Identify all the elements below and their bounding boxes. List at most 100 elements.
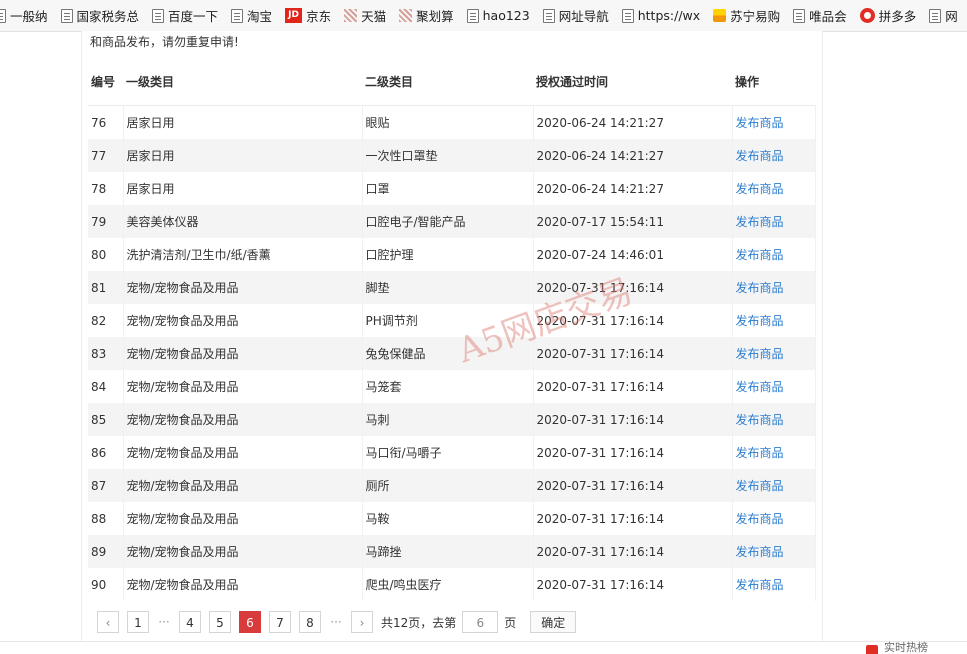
page-icon — [793, 8, 806, 23]
publish-product-link[interactable]: 发布商品 — [732, 568, 816, 601]
table-header-row: 编号 一级类目 二级类目 授权通过时间 操作 — [88, 57, 816, 106]
page-button-5[interactable]: 5 — [209, 611, 231, 633]
cell-category2: 一次性口罩垫 — [362, 139, 534, 172]
cell-id: 85 — [88, 403, 124, 436]
table-row: 84 宠物/宠物食品及用品 马笼套 2020-07-31 17:16:14 发布商品 — [88, 370, 816, 403]
bookmark-label: 网 — [945, 9, 958, 24]
cell-time: 2020-06-24 14:21:27 — [533, 172, 733, 205]
bookmark-item[interactable]: 聚划算 — [399, 6, 454, 25]
cell-time: 2020-07-31 17:16:14 — [533, 436, 733, 469]
bookmark-item[interactable]: 国家税务总 — [60, 6, 139, 25]
table-row: 81 宠物/宠物食品及用品 脚垫 2020-07-31 17:16:14 发布商品 — [88, 271, 816, 304]
bookmark-item[interactable]: 百度一下 — [152, 6, 218, 25]
next-page-button[interactable]: › — [351, 611, 373, 633]
cell-category1: 宠物/宠物食品及用品 — [123, 469, 363, 502]
cell-time: 2020-07-31 17:16:14 — [533, 502, 733, 535]
authorized-category-table: 编号 一级类目 二级类目 授权通过时间 操作 76 居家日用 眼贴 2020-06-2… — [88, 57, 816, 601]
cell-category1: 居家日用 — [123, 105, 363, 139]
cell-time: 2020-06-24 14:21:27 — [533, 105, 733, 139]
page-icon — [231, 8, 244, 23]
publish-product-link[interactable]: 发布商品 — [732, 502, 816, 535]
cell-category2: 马笼套 — [362, 370, 534, 403]
cell-category1: 宠物/宠物食品及用品 — [123, 568, 363, 601]
cell-category2: 眼贴 — [362, 105, 534, 139]
publish-product-link[interactable]: 发布商品 — [732, 370, 816, 403]
publish-product-link[interactable]: 发布商品 — [732, 105, 816, 139]
publish-product-link[interactable]: 发布商品 — [732, 337, 816, 370]
publish-product-link[interactable]: 发布商品 — [732, 238, 816, 271]
cell-time: 2020-07-31 17:16:14 — [533, 568, 733, 601]
publish-product-link[interactable]: 发布商品 — [732, 205, 816, 238]
publish-product-link[interactable]: 发布商品 — [732, 436, 816, 469]
bookmark-label: 聚划算 — [416, 9, 454, 24]
bookmark-label: 京东 — [306, 9, 332, 24]
prev-page-button[interactable]: ‹ — [97, 611, 119, 633]
bookmark-label: 一般纳 — [10, 9, 48, 24]
cell-id: 81 — [88, 271, 124, 304]
bookmark-item[interactable]: 淘宝 — [231, 6, 272, 25]
table-row: 87 宠物/宠物食品及用品 厕所 2020-07-31 17:16:14 发布商品 — [88, 469, 816, 502]
cell-time: 2020-07-17 15:54:11 — [533, 205, 733, 238]
cell-category2: PH调节剂 — [362, 304, 534, 337]
hot-list-label[interactable]: 实时热榜 — [884, 642, 928, 654]
bookmark-item[interactable]: JD 京东 — [285, 6, 331, 25]
table-row: 76 居家日用 眼贴 2020-06-24 14:21:27 发布商品 — [88, 105, 816, 139]
cell-time: 2020-07-31 17:16:14 — [533, 535, 733, 568]
bookmark-item[interactable]: 一般纳 — [0, 6, 48, 25]
goto-page-input[interactable]: 6 — [462, 611, 499, 633]
page-icon — [621, 8, 634, 23]
pagination: ‹ 1 ··· 4 5 6 7 8 ··· › 共12页，去第 6 页 确定 — [97, 611, 577, 633]
page-button-1[interactable]: 1 — [127, 611, 149, 633]
page-suffix-text: 页 — [504, 615, 517, 630]
publish-product-link[interactable]: 发布商品 — [732, 535, 816, 568]
page-button-4[interactable]: 4 — [179, 611, 201, 633]
table-row: 77 居家日用 一次性口罩垫 2020-06-24 14:21:27 发布商品 — [88, 139, 816, 172]
cell-id: 77 — [88, 139, 124, 172]
cell-category2: 马蹄挫 — [362, 535, 534, 568]
table-row: 89 宠物/宠物食品及用品 马蹄挫 2020-07-31 17:16:14 发布商品 — [88, 535, 816, 568]
cell-time: 2020-07-31 17:16:14 — [533, 469, 733, 502]
bookmark-item[interactable]: 唯品会 — [793, 6, 847, 25]
publish-product-link[interactable]: 发布商品 — [732, 304, 816, 337]
content-panel: 和商品发布，请勿重复申请! 编号 一级类目 二级类目 授权通过时间 操作 76 居… — [81, 31, 823, 650]
bookmark-label: 百度一下 — [168, 9, 219, 24]
page-icon — [152, 8, 165, 23]
cell-id: 79 — [88, 205, 124, 238]
bookmarks-bar: 一般纳 国家税务总 百度一下 淘宝 JD 京东 天猫 聚划算 hao123 网址导航 https:/… — [0, 0, 967, 32]
cell-id: 88 — [88, 502, 124, 535]
cell-category1: 宠物/宠物食品及用品 — [123, 436, 363, 469]
jd-logo-icon: JD — [285, 8, 303, 23]
pinduoduo-icon — [859, 8, 875, 23]
juhuasuan-icon — [399, 9, 413, 22]
publish-product-link[interactable]: 发布商品 — [732, 139, 816, 172]
bookmark-item[interactable]: 拼多多 — [859, 6, 917, 25]
cell-time: 2020-06-24 14:21:27 — [533, 139, 733, 172]
cell-category2: 马鞍 — [362, 502, 534, 535]
publish-product-link[interactable]: 发布商品 — [732, 172, 816, 205]
bookmark-item[interactable]: 网 — [929, 6, 958, 25]
bookmark-item[interactable]: https://wx — [621, 8, 700, 23]
cell-time: 2020-07-31 17:16:14 — [533, 271, 733, 304]
bookmark-label: 拼多多 — [878, 9, 917, 24]
publish-product-link[interactable]: 发布商品 — [732, 403, 816, 436]
cell-category2: 马刺 — [362, 403, 534, 436]
cell-category2: 马口衔/马嚼子 — [362, 436, 534, 469]
bookmark-item[interactable]: 天猫 — [344, 6, 386, 25]
page-button-6-current[interactable]: 6 — [239, 611, 261, 633]
publish-product-link[interactable]: 发布商品 — [732, 271, 816, 304]
publish-product-link[interactable]: 发布商品 — [732, 469, 816, 502]
page-button-8[interactable]: 8 — [299, 611, 321, 633]
confirm-goto-button[interactable]: 确定 — [530, 611, 577, 633]
bookmark-item[interactable]: 苏宁易购 — [713, 6, 780, 25]
cell-time: 2020-07-31 17:16:14 — [533, 304, 733, 337]
table-row: 85 宠物/宠物食品及用品 马刺 2020-07-31 17:16:14 发布商品 — [88, 403, 816, 436]
table-row: 90 宠物/宠物食品及用品 爬虫/鸣虫医疗 2020-07-31 17:16:14 发布… — [88, 568, 816, 601]
page-icon — [0, 8, 6, 23]
bookmark-item[interactable]: 网址导航 — [542, 6, 609, 25]
header-category2: 二级类目 — [362, 57, 533, 106]
cell-time: 2020-07-31 17:16:14 — [533, 403, 733, 436]
page-icon — [542, 8, 555, 23]
page-button-7[interactable]: 7 — [269, 611, 291, 633]
cell-category1: 宠物/宠物食品及用品 — [123, 403, 363, 436]
bookmark-item[interactable]: hao123 — [466, 8, 530, 23]
